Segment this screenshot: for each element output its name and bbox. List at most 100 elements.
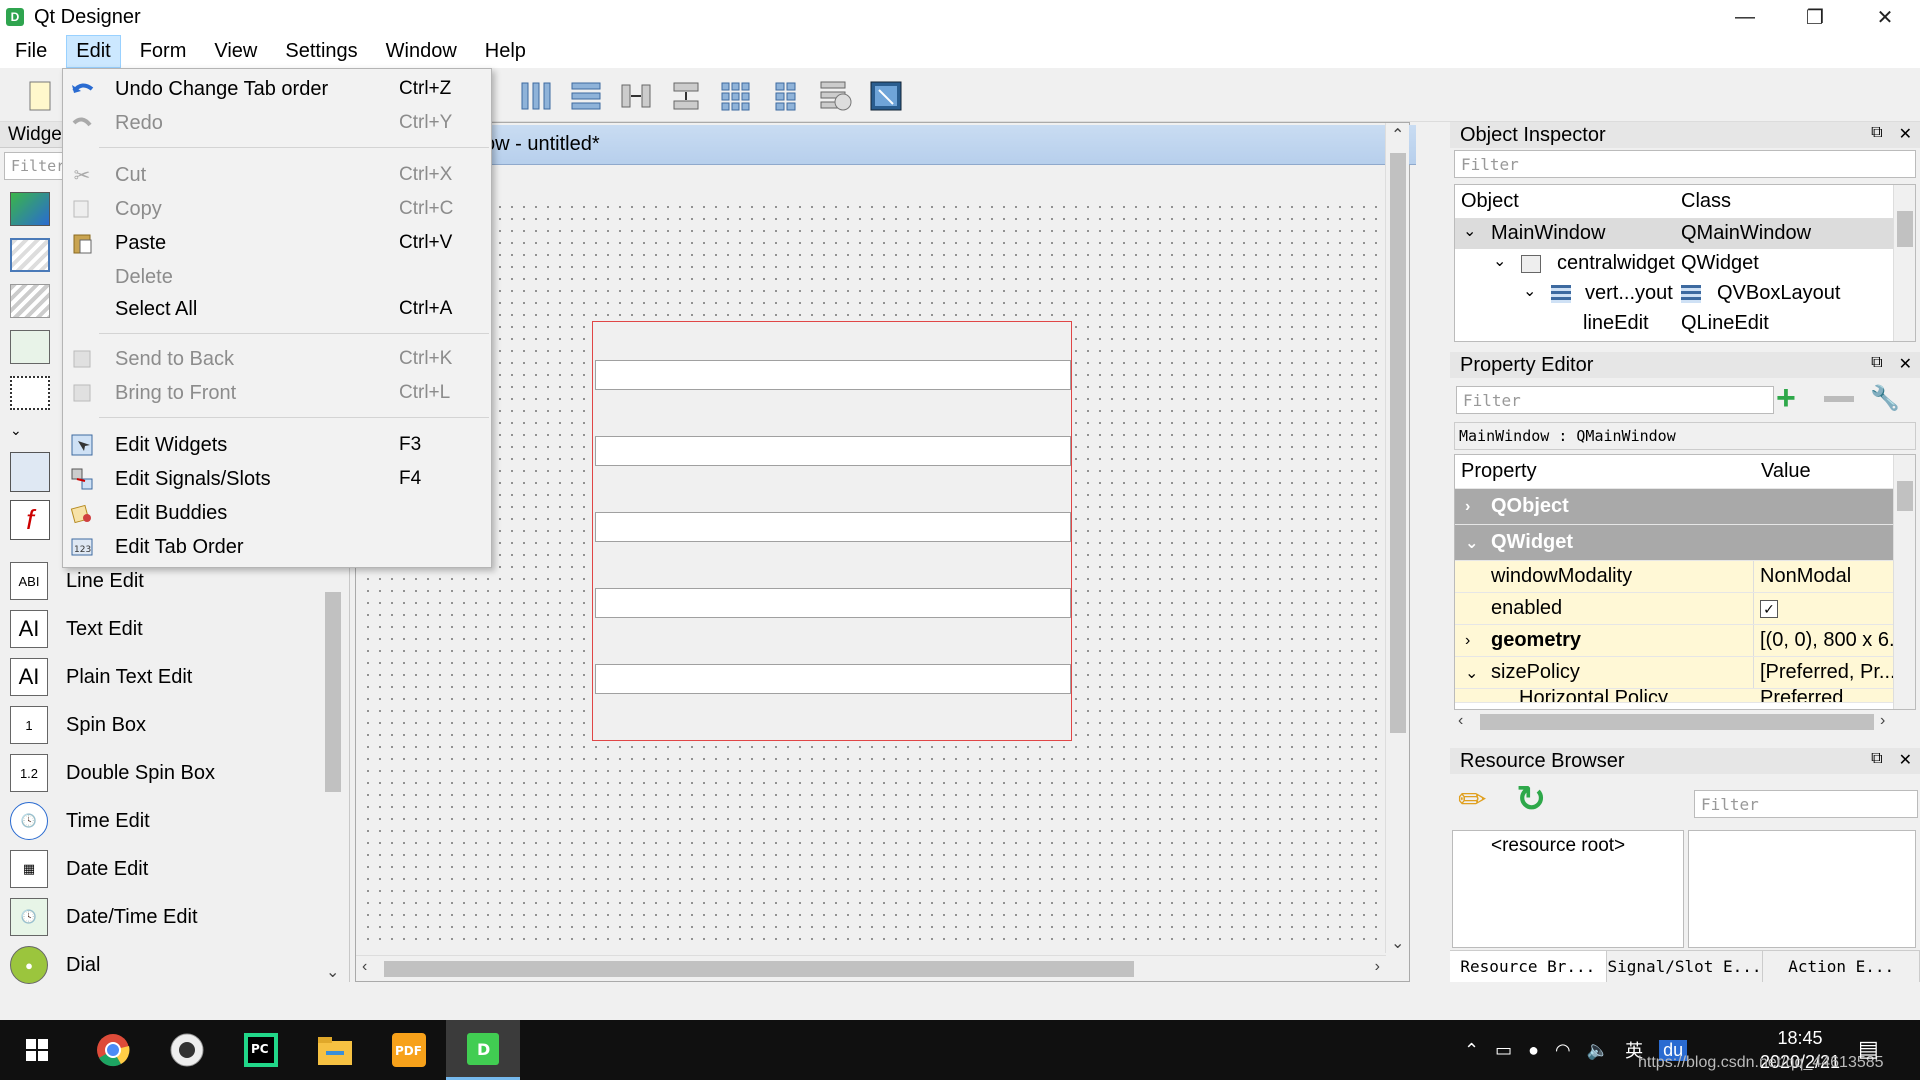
scrollbar-thumb[interactable] [1897,211,1913,247]
pencil-icon[interactable]: ✏ [1458,780,1487,820]
battery-icon[interactable]: ▭ [1495,1040,1512,1061]
menu-bring-to-front[interactable]: Bring to Front Ctrl+L [63,377,491,409]
menu-settings[interactable]: Settings [276,36,366,67]
property-group-qwidget[interactable]: ⌄ QWidget [1455,525,1915,561]
scrollbar-thumb[interactable] [325,592,341,792]
menu-copy[interactable]: Copy Ctrl+C [63,193,491,225]
scrollbar-thumb[interactable] [1897,481,1913,511]
dock-widget-icon[interactable] [10,192,50,226]
menu-edit-tab-order[interactable]: 123 Edit Tab Order [63,531,491,563]
property-group-qobject[interactable]: › QObject [1455,489,1915,525]
widget-item-dial[interactable]: ● Dial [10,944,100,986]
menu-help[interactable]: Help [476,36,535,67]
chevron-up-icon[interactable]: ⌃ [1464,1040,1479,1061]
menu-file[interactable]: File [6,36,56,67]
menu-form[interactable]: Form [131,36,196,67]
menu-undo[interactable]: Undo Change Tab order Ctrl+Z [63,73,491,105]
new-form-icon[interactable] [22,78,58,114]
scroll-down-arrow-icon[interactable]: ⌄ [1391,933,1404,953]
property-table-hscrollbar[interactable]: ‹ › [1454,710,1916,734]
windows-start-icon[interactable] [0,1020,74,1080]
menu-select-all[interactable]: Select All Ctrl+A [63,293,491,325]
menu-redo[interactable]: Redo Ctrl+Y [63,107,491,139]
widget-item-text-edit[interactable]: AI Text Edit [10,608,143,650]
column-header-value[interactable]: Value [1761,460,1811,483]
maximize-button[interactable]: ❐ [1780,0,1850,34]
tab-action-editor[interactable]: Action E... [1763,951,1920,982]
line-edit-2[interactable] [595,436,1071,466]
scrollbar-thumb[interactable] [1390,153,1406,733]
pdf-reader-icon[interactable]: PDF [372,1020,446,1080]
scroll-up-arrow-icon[interactable]: ⌃ [1391,125,1404,145]
tree-row-vertical-layout[interactable]: ⌄ vert...yout QVBoxLayout [1455,279,1915,309]
menu-delete[interactable]: Delete [63,261,491,293]
volume-icon[interactable]: 🔈 [1587,1040,1609,1061]
menu-send-to-back[interactable]: Send to Back Ctrl+K [63,343,491,375]
chevron-down-icon[interactable]: ⌄ [1493,251,1506,271]
line-edit-5[interactable] [595,664,1071,694]
widget-box-scrollbar[interactable]: ⌄ [322,572,344,982]
scroll-right-arrow-icon[interactable]: › [1375,958,1380,976]
property-row-windowmodality[interactable]: windowModality NonModal [1455,561,1915,593]
adjust-size-icon[interactable] [868,78,904,114]
widget-icon[interactable] [10,284,50,318]
chrome-icon[interactable] [76,1020,150,1080]
property-row-enabled[interactable]: enabled ✓ [1455,593,1915,625]
form-horizontal-scrollbar[interactable]: ‹ › [356,955,1386,981]
widget-item-plain-text-edit[interactable]: AI Plain Text Edit [10,656,192,698]
reload-icon[interactable]: ↻ [1516,778,1546,820]
layout-vertical-icon[interactable] [568,78,604,114]
property-table-scrollbar[interactable] [1893,455,1915,709]
add-property-icon[interactable]: + [1776,380,1796,416]
scrollbar-thumb[interactable] [1480,714,1874,730]
chevron-down-icon[interactable]: ⌄ [1523,281,1536,301]
scrollbar-thumb[interactable] [384,961,1134,977]
menu-view[interactable]: View [205,36,266,67]
property-row-geometry[interactable]: › geometry [(0, 0), 800 x 6... [1455,625,1915,657]
enabled-checkbox[interactable]: ✓ [1760,599,1778,618]
chevron-down-icon[interactable]: ⌄ [1465,663,1478,683]
property-row-horizontal-policy[interactable]: Horizontal Policy Preferred [1455,689,1915,703]
widget-item-datetime-edit[interactable]: 🕓 Date/Time Edit [10,896,198,938]
widget-item-double-spin-box[interactable]: 1.2 Double Spin Box [10,752,215,794]
app-avatar-icon[interactable] [150,1020,224,1080]
property-editor-filter[interactable]: Filter [1456,386,1774,414]
widget-item-spin-box[interactable]: 1 Spin Box [10,704,146,746]
menu-edit-buddies[interactable]: Edit Buddies [63,497,491,529]
float-dock-icon[interactable]: ⧉ [1871,124,1882,144]
scroll-left-arrow-icon[interactable]: ‹ [362,958,367,976]
scroll-down-arrow-icon[interactable]: ⌄ [326,962,339,982]
column-header-class[interactable]: Class [1681,190,1731,213]
tab-signal-slot-editor[interactable]: Signal/Slot E... [1607,951,1764,982]
minimize-button[interactable]: — [1710,0,1780,34]
close-dock-icon[interactable]: ✕ [1899,354,1912,374]
wrench-icon[interactable]: 🔧 [1870,384,1900,413]
resource-tree[interactable]: <resource root> [1452,830,1684,948]
form-vertical-scrollbar[interactable]: ⌃ ⌄ [1385,123,1409,953]
column-header-object[interactable]: Object [1461,190,1519,213]
float-dock-icon[interactable]: ⧉ [1871,354,1882,374]
close-button[interactable]: ✕ [1850,0,1920,34]
qq-icon[interactable]: ● [1528,1040,1539,1061]
qt-designer-taskbar-icon[interactable]: D [446,1020,520,1080]
widget-item-date-edit[interactable]: ▦ Date Edit [10,848,148,890]
menu-edit-signals-slots[interactable]: Edit Signals/Slots F4 [63,463,491,495]
resource-root-item[interactable]: <resource root> [1491,835,1625,857]
scroll-right-arrow-icon[interactable]: › [1880,712,1885,730]
tree-row-mainwindow[interactable]: ⌄ MainWindow QMainWindow [1455,219,1915,249]
chevron-down-icon[interactable]: ⌄ [1463,221,1476,241]
menu-edit-widgets[interactable]: Edit Widgets F3 [63,429,491,461]
break-layout-icon[interactable] [818,78,854,114]
widget-item-time-edit[interactable]: 🕓 Time Edit [10,800,150,842]
tab-resource-browser[interactable]: Resource Br... [1450,951,1607,982]
notification-icon[interactable]: ▤ [1858,1036,1879,1062]
remove-property-icon[interactable] [1824,396,1854,402]
splitter-vertical-icon[interactable] [668,78,704,114]
chevron-down-icon[interactable]: ⌄ [10,422,30,438]
resource-file-list[interactable] [1688,830,1916,948]
menu-paste[interactable]: Paste Ctrl+V [63,227,491,259]
object-inspector-filter[interactable]: Filter [1454,150,1916,178]
graphics-view-icon[interactable]: f [10,500,50,540]
layout-grid-icon[interactable] [718,78,754,114]
menu-window[interactable]: Window [377,36,466,67]
